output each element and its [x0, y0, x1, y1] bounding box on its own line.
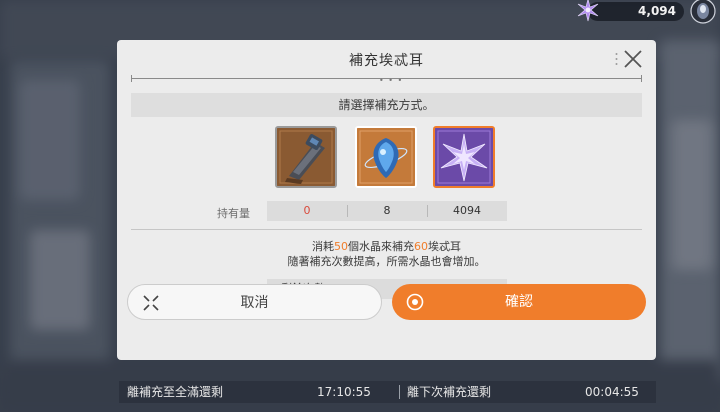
holding-value-crystal: 4094	[453, 204, 481, 217]
title-divider-cap-left	[131, 75, 132, 82]
cost-text-prefix: 消耗	[312, 240, 334, 253]
cost-crystal-count: 50	[334, 240, 348, 253]
canister-icon	[277, 128, 335, 186]
confirm-button[interactable]: 確認	[392, 284, 646, 320]
timer-separator	[399, 385, 400, 399]
next-refill-time: 00:04:55	[585, 385, 639, 399]
cost-note: 隨著補充次數提高，所需水晶也會增加。	[287, 255, 486, 268]
section-divider	[131, 229, 642, 230]
top-currency-bar: 4,094	[570, 0, 720, 24]
close-icon[interactable]	[622, 48, 644, 70]
title-divider-cap-right	[641, 75, 642, 82]
crystal-orb-icon	[357, 128, 415, 186]
holding-label: 持有量	[217, 207, 250, 220]
cost-text-suffix: 埃忒耳	[428, 240, 461, 253]
refill-timer-bar: 離補充至全滿還剩 17:10:55 離下次補充還剩 00:04:55	[119, 381, 656, 403]
full-refill-label: 離補充至全滿還剩	[127, 385, 224, 399]
cancel-button-label: 取消	[240, 295, 269, 311]
cancel-button[interactable]: 取消	[127, 284, 382, 320]
option-ether-canister[interactable]	[275, 126, 337, 188]
drag-dots-icon	[615, 53, 618, 65]
profile-orb-icon[interactable]	[690, 0, 716, 24]
dialog-title: 補充埃忒耳	[349, 53, 424, 69]
holding-value-canister: 0	[303, 204, 311, 217]
full-refill-time: 17:10:55	[317, 385, 371, 399]
option-purple-crystal[interactable]	[433, 126, 495, 188]
cost-text-middle: 個水晶來補充	[348, 240, 414, 253]
cost-description: 消耗50個水晶來補充60埃忒耳	[117, 238, 656, 254]
holding-value-orb: 8	[383, 204, 391, 217]
purple-crystal-icon	[435, 128, 493, 186]
purple-crystal-icon	[577, 0, 599, 22]
option-blue-crystal-orb[interactable]	[355, 126, 417, 188]
currency-value: 4,094	[638, 4, 676, 18]
next-refill-label: 離下次補充還剩	[407, 385, 492, 399]
confirm-button-label: 確認	[505, 294, 533, 310]
title-divider-dots: • • •	[379, 76, 404, 85]
cost-ether-amount: 60	[414, 240, 428, 253]
holding-row: 0 8 4094	[267, 201, 507, 221]
prompt-text: 請選擇補充方式。	[131, 93, 642, 117]
currency-pill[interactable]: 4,094	[588, 2, 684, 21]
